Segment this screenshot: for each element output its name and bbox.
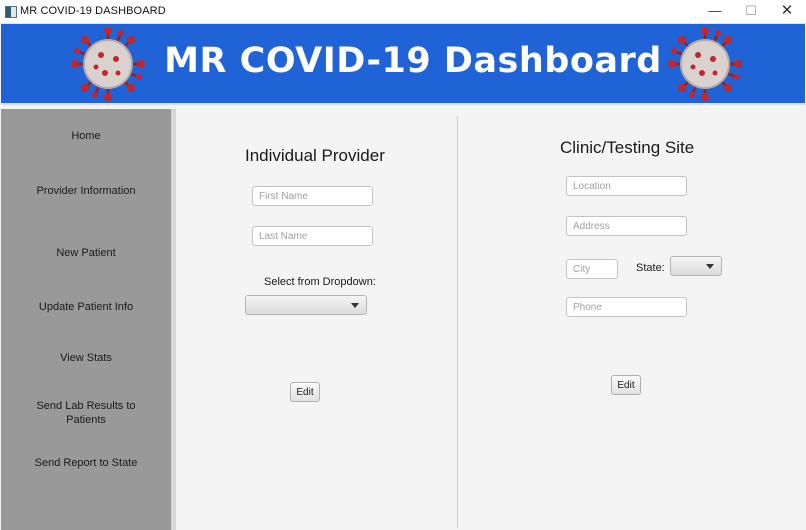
sidebar-item-update-patient-info[interactable]: Update Patient Info — [1, 300, 171, 314]
chevron-down-icon — [706, 264, 714, 269]
state-label: State: — [636, 262, 665, 274]
last-name-input[interactable] — [252, 226, 373, 246]
app-icon — [5, 6, 17, 18]
location-input[interactable] — [566, 176, 687, 196]
provider-dropdown[interactable] — [245, 295, 367, 315]
main-content — [176, 109, 806, 530]
state-dropdown[interactable] — [670, 256, 722, 276]
close-button[interactable]: ✕ — [769, 0, 805, 24]
panel-divider — [457, 116, 458, 528]
city-input[interactable] — [566, 259, 618, 279]
dropdown-label: Select from Dropdown: — [264, 276, 376, 288]
maximize-button[interactable]: ☐ — [733, 0, 769, 24]
sidebar-item-view-stats[interactable]: View Stats — [1, 351, 171, 365]
address-input[interactable] — [566, 216, 687, 236]
sidebar-item-provider-information[interactable]: Provider Information — [1, 184, 171, 198]
minimize-button[interactable]: — — [697, 0, 733, 24]
sidebar-item-new-patient[interactable]: New Patient — [1, 246, 171, 260]
sidebar-item-send-lab-results[interactable]: Send Lab Results to Patients — [36, 399, 136, 427]
phone-input[interactable] — [566, 297, 687, 317]
clinic-testing-site-title: Clinic/Testing Site — [560, 138, 695, 157]
header-banner: MR COVID-19 Dashboard — [1, 24, 805, 105]
clinic-edit-button[interactable]: Edit — [611, 375, 641, 395]
first-name-input[interactable] — [252, 186, 373, 206]
sidebar-nav: Home Provider Information New Patient Up… — [1, 109, 171, 530]
provider-edit-button[interactable]: Edit — [290, 382, 320, 402]
sidebar-item-send-report-to-state[interactable]: Send Report to State — [1, 456, 171, 470]
window-title: MR COVID-19 DASHBOARD — [20, 5, 166, 17]
coronavirus-icon — [668, 27, 742, 101]
individual-provider-title: Individual Provider — [245, 146, 385, 165]
window-titlebar: MR COVID-19 DASHBOARD — ☐ ✕ — [0, 0, 806, 24]
chevron-down-icon — [351, 303, 359, 308]
sidebar-item-home[interactable]: Home — [1, 129, 171, 143]
